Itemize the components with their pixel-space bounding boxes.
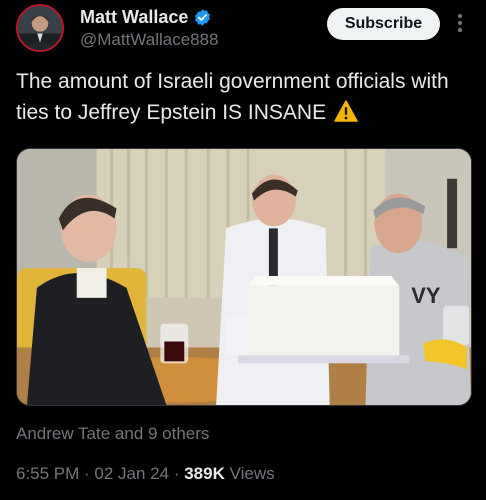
tweet-text: The amount of Israeli government officia… xyxy=(16,66,476,128)
warning-icon xyxy=(334,100,358,122)
avatar[interactable] xyxy=(16,4,64,52)
display-name[interactable]: Matt Wallace xyxy=(80,7,188,28)
tweet-metadata: 6:55 PM · 02 Jan 24 · 389K Views xyxy=(16,464,275,483)
more-options-icon[interactable] xyxy=(455,12,465,36)
post-time[interactable]: 6:55 PM xyxy=(16,464,79,483)
author-name-row: Matt Wallace xyxy=(80,7,212,28)
author-handle[interactable]: @MattWallace888 xyxy=(80,30,219,50)
post-date[interactable]: 02 Jan 24 xyxy=(94,464,169,483)
tweet-header: Matt Wallace @MattWallace888 Subscribe xyxy=(0,0,486,60)
subscribe-button[interactable]: Subscribe xyxy=(327,8,440,40)
views-label: Views xyxy=(229,464,275,483)
sweater-text: VY xyxy=(411,283,441,308)
social-context[interactable]: Andrew Tate and 9 others xyxy=(16,424,209,444)
tweet-photo[interactable]: VY xyxy=(16,148,472,406)
verified-badge-icon xyxy=(193,8,212,27)
views-count: 389K xyxy=(184,464,225,483)
tweet-body: The amount of Israeli government officia… xyxy=(16,70,449,124)
